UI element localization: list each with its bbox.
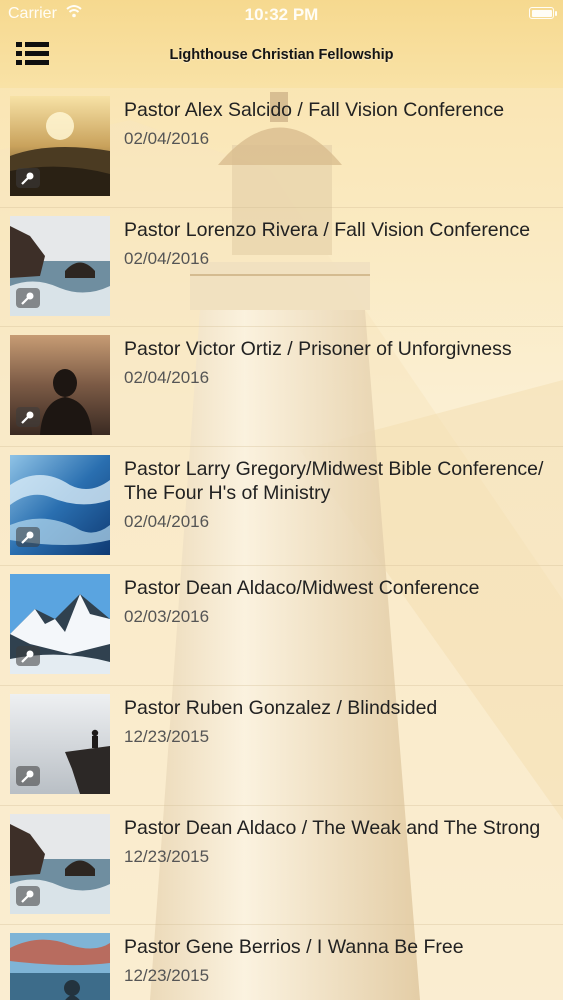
sermon-thumbnail xyxy=(10,454,110,555)
sermon-title: Pastor Dean Aldaco/Midwest Conference xyxy=(124,577,480,600)
microphone-icon xyxy=(16,168,40,188)
sermon-date: 12/23/2015 xyxy=(124,966,210,986)
battery-icon xyxy=(529,7,557,19)
sermon-date: 12/23/2015 xyxy=(124,846,210,866)
sermon-date: 02/04/2016 xyxy=(124,368,210,388)
sermon-row[interactable]: Pastor Lorenzo Rivera / Fall Vision Conf… xyxy=(0,208,563,328)
sermon-thumbnail xyxy=(10,215,110,316)
sermon-row[interactable]: Pastor Dean Aldaco/Midwest Conference 02… xyxy=(0,566,563,686)
sermon-thumbnail xyxy=(10,96,110,196)
page-title: Lighthouse Christian Fellowship xyxy=(169,47,394,63)
sermon-row[interactable]: Pastor Victor Ortiz / Prisoner of Unforg… xyxy=(0,327,563,447)
clock: 10:32 PM xyxy=(244,5,319,24)
status-bar: Carrier 10:32 PM xyxy=(0,0,563,30)
sermon-date: 02/04/2016 xyxy=(124,511,210,531)
sermon-title: Pastor Alex Salcido / Fall Vision Confer… xyxy=(124,99,505,121)
sermon-thumbnail xyxy=(10,574,110,675)
sermon-title: Pastor Ruben Gonzalez / Blindsided xyxy=(124,696,438,719)
microphone-icon xyxy=(16,885,40,906)
sermon-row[interactable]: Pastor Alex Salcido / Fall Vision Confer… xyxy=(0,88,563,208)
sermon-title: Pastor Larry Gregory/Midwest Bible Confe… xyxy=(124,457,544,504)
sermon-date: 02/03/2016 xyxy=(124,607,210,627)
sermon-date: 12/23/2015 xyxy=(124,726,210,746)
sermon-thumbnail xyxy=(10,813,110,914)
sermon-date: 02/04/2016 xyxy=(124,129,210,148)
microphone-icon xyxy=(16,526,40,547)
sermon-title: Pastor Gene Berrios / I Wanna Be Free xyxy=(124,936,464,959)
sermon-thumbnail xyxy=(10,693,110,794)
microphone-icon xyxy=(16,765,40,786)
sermon-row[interactable]: Pastor Larry Gregory/Midwest Bible Confe… xyxy=(0,447,563,567)
sermon-thumbnail xyxy=(10,933,110,1000)
sermon-row[interactable]: Pastor Ruben Gonzalez / Blindsided 12/23… xyxy=(0,686,563,806)
microphone-icon xyxy=(16,287,40,308)
sermon-thumbnail xyxy=(10,335,110,436)
sermon-row[interactable]: Pastor Dean Aldaco / The Weak and The St… xyxy=(0,806,563,926)
sermon-row[interactable]: Pastor Gene Berrios / I Wanna Be Free 12… xyxy=(0,925,563,1000)
sermon-title: Pastor Victor Ortiz / Prisoner of Unforg… xyxy=(124,338,512,361)
sermon-date: 02/04/2016 xyxy=(124,248,210,268)
microphone-icon xyxy=(16,646,40,667)
sermon-title: Pastor Lorenzo Rivera / Fall Vision Conf… xyxy=(124,218,531,241)
sermon-title: Pastor Dean Aldaco / The Weak and The St… xyxy=(124,816,541,839)
microphone-icon xyxy=(16,407,40,428)
sermon-list: Pastor Alex Salcido / Fall Vision Confer… xyxy=(0,88,563,1000)
